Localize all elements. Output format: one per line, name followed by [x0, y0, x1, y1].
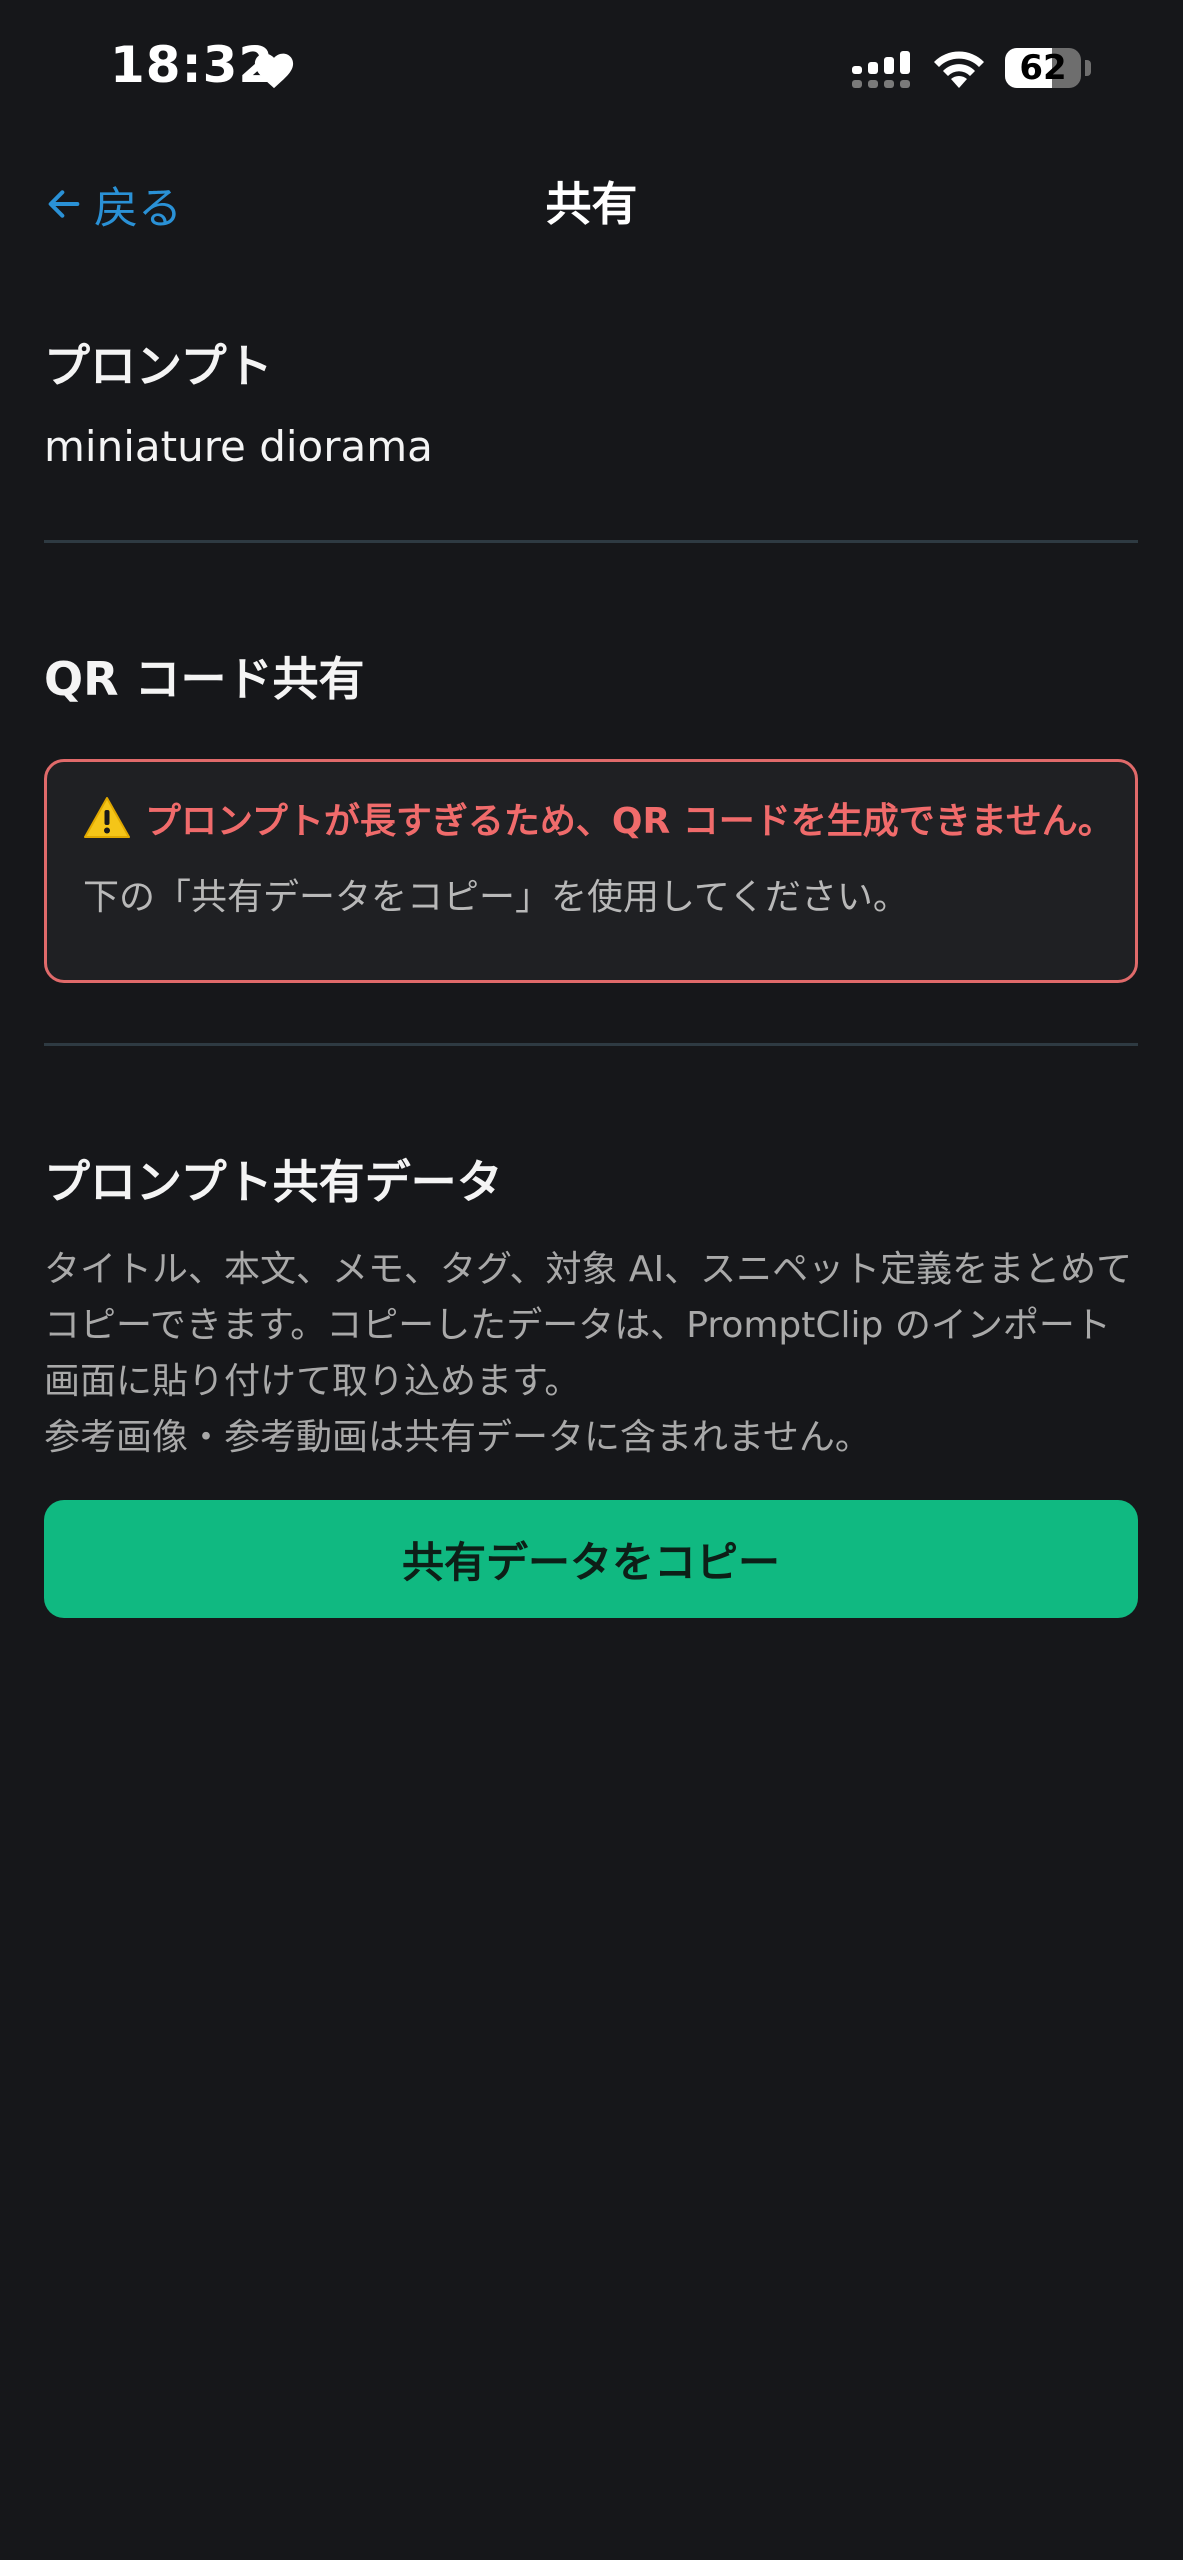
navigation-bar: 共有 戻る — [0, 160, 1183, 250]
battery-icon: 62 — [1005, 46, 1091, 92]
prompt-value: miniature diorama — [44, 422, 433, 471]
wifi-icon — [934, 51, 984, 88]
cellular-signal-icon — [852, 51, 910, 88]
share-data-description: タイトル、本文、メモ、タグ、対象 AI、スニペット定義をまとめてコピーできます。… — [44, 1242, 1138, 1466]
share-description-text: タイトル、本文、メモ、タグ、対象 AI、スニペット定義をまとめてコピーできます。… — [44, 1249, 1133, 1402]
qr-share-section: QR コード共有 プロンプトが長すぎるため、QR コードを生成できません。 下の… — [44, 643, 1138, 983]
share-description-note: 参考画像・参考動画は共有データに含まれません。 — [44, 1417, 871, 1458]
battery-level: 62 — [1019, 48, 1067, 88]
copy-share-data-button[interactable]: 共有データをコピー — [44, 1500, 1138, 1618]
divider — [44, 1043, 1138, 1046]
warning-triangle-icon — [84, 797, 130, 838]
prompt-section: プロンプト miniature diorama — [44, 330, 1138, 471]
heart-icon — [254, 53, 294, 89]
qr-heading: QR コード共有 — [44, 652, 365, 706]
share-data-section: プロンプト共有データ タイトル、本文、メモ、タグ、対象 AI、スニペット定義をま… — [44, 1146, 1138, 1618]
warning-title-row: プロンプトが長すぎるため、QR コードを生成できません。 — [83, 792, 1114, 844]
arrow-left-icon — [48, 190, 80, 218]
qr-warning-box: プロンプトが長すぎるため、QR コードを生成できません。 下の「共有データをコピ… — [44, 759, 1138, 983]
warning-title: プロンプトが長すぎるため、QR コードを生成できません。 — [145, 801, 1114, 842]
status-bar: 18:32 62 — [0, 0, 1183, 140]
prompt-heading: プロンプト — [44, 339, 273, 393]
divider — [44, 540, 1138, 543]
back-label: 戻る — [94, 183, 182, 234]
share-data-heading: プロンプト共有データ — [44, 1155, 503, 1209]
back-button[interactable]: 戻る — [44, 174, 182, 234]
warning-message: 下の「共有データをコピー」を使用してください。 — [83, 877, 909, 918]
status-time: 18:32 — [110, 36, 275, 94]
